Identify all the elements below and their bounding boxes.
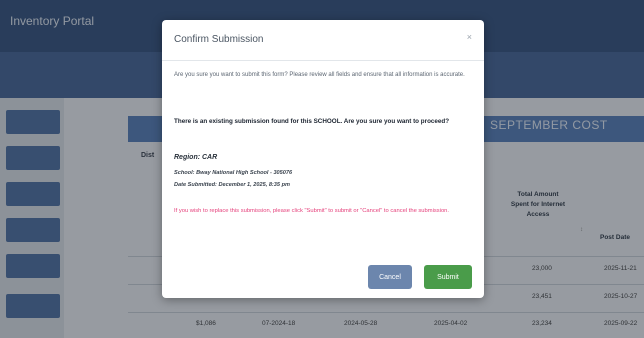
submit-button[interactable]: Submit <box>424 265 472 289</box>
close-icon[interactable]: × <box>467 32 472 42</box>
existing-submission-warning: There is an existing submission found fo… <box>174 118 450 125</box>
replace-notice: If you wish to replace this submission, … <box>174 208 450 214</box>
dialog-intro-text: Are you sure you want to submit this for… <box>174 72 465 78</box>
school-label: School: Bway National High School - 3050… <box>174 170 293 176</box>
dialog-header: Confirm Submission × <box>162 20 484 61</box>
date-submitted-label: Date Submitted: December 1, 2025, 8:35 p… <box>174 182 290 188</box>
confirm-submission-dialog: Confirm Submission × Are you sure you wa… <box>162 20 484 298</box>
cancel-button[interactable]: Cancel <box>368 265 412 289</box>
dialog-title: Confirm Submission <box>174 34 264 45</box>
region-label: Region: CAR <box>174 154 218 161</box>
